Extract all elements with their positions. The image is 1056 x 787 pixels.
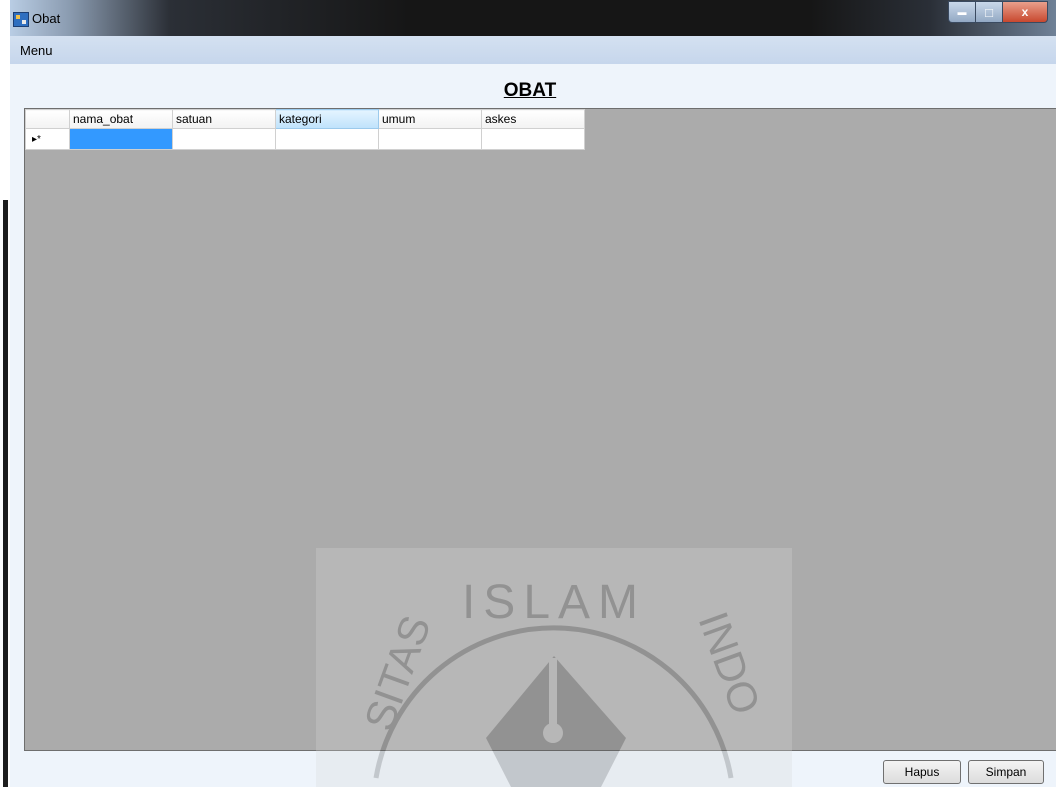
app-icon[interactable] [13, 12, 29, 27]
data-grid-table: nama_obat satuan kategori umum askes ▸* [25, 109, 585, 150]
cell-umum[interactable] [378, 128, 482, 150]
cell-satuan[interactable] [172, 128, 276, 150]
minimize-button[interactable]: ▬ [948, 1, 975, 23]
table-row: ▸* [25, 128, 585, 150]
menu-bar: Menu [10, 36, 1056, 64]
maximize-icon: □ [985, 4, 993, 20]
hapus-button[interactable]: Hapus [883, 760, 961, 784]
header-row: nama_obat satuan kategori umum askes [25, 109, 585, 129]
window-controls: ▬ □ x [948, 1, 1048, 23]
close-icon: x [1021, 5, 1029, 19]
cell-askes[interactable] [481, 128, 585, 150]
simpan-button[interactable]: Simpan [968, 760, 1044, 784]
window-title: Obat [32, 11, 61, 26]
watermark-emblem-dot [543, 723, 563, 743]
row-header-corner[interactable] [25, 109, 70, 129]
new-row-icon[interactable]: ▸* [25, 128, 70, 150]
column-header-kategori[interactable]: kategori [275, 109, 379, 129]
column-header-umum[interactable]: umum [378, 109, 482, 129]
page-title: OBAT [503, 80, 557, 101]
cell-kategori[interactable] [275, 128, 379, 150]
desktop-edge-bar [3, 200, 8, 787]
desktop-edge [0, 0, 10, 787]
watermark-text: ISLAM [462, 576, 646, 629]
menu-item-menu[interactable]: Menu [20, 43, 53, 58]
university-watermark: ISLAM SITAS INDO [316, 548, 792, 787]
minimize-icon: ▬ [957, 7, 967, 17]
close-button[interactable]: x [1002, 1, 1048, 23]
maximize-button[interactable]: □ [975, 1, 1002, 23]
title-bar[interactable]: Obat ▬ □ x [10, 0, 1056, 36]
cell-nama-obat[interactable] [69, 128, 173, 150]
column-header-nama-obat[interactable]: nama_obat [69, 109, 173, 129]
column-header-askes[interactable]: askes [481, 109, 585, 129]
column-header-satuan[interactable]: satuan [172, 109, 276, 129]
watermark-emblem-pen [549, 658, 557, 728]
